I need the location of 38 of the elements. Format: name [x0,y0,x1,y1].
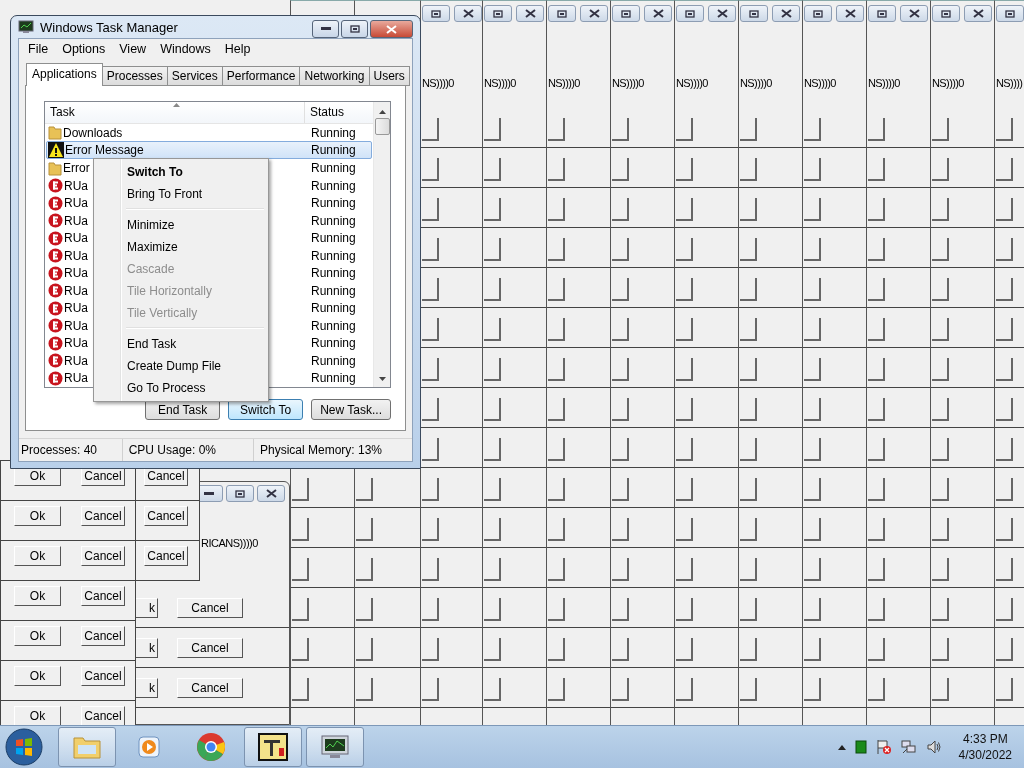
task-name: RUa [64,353,88,368]
status-text: CPU Usage: 0% [126,439,254,461]
task-name: RUa [64,301,88,316]
task-name: RUa [64,318,88,333]
task-name: Error Message [65,143,144,158]
task-status: Running [310,371,357,386]
status-text: Processes: 40 [19,439,123,461]
task-name: Error [63,161,90,176]
task-status: Running [310,301,357,316]
task-name: RUa [64,248,88,263]
task-status: Running [310,353,357,368]
clock-time: 4:33 PM [962,731,1008,747]
clock-date: 4/30/2022 [958,747,1012,763]
task-name: RUa [64,266,88,281]
task-status: Running [310,336,357,351]
task-name: RUa [64,213,88,228]
task-name: Downloads [63,125,123,140]
status-text: Physical Memory: 13% [259,442,384,459]
task-status: Running [310,266,357,281]
task-status: Running [310,196,357,211]
window-title: Windows Task Manager [40,19,179,35]
task-status: Running [310,283,357,298]
message-text: NS)))) [995,76,1024,89]
task-status: Running [310,213,357,228]
task-name: RUa [64,196,88,211]
task-status: Running [310,318,357,333]
task-status: Running [310,143,357,158]
task-status: Running [310,248,357,263]
task-name: RUa [64,178,88,193]
task-name: RUa [64,336,88,351]
task-name: RUa [64,283,88,298]
task-status: Running [310,178,357,193]
task-name: RUa [64,371,88,386]
task-status: Running [310,125,357,140]
task-status: Running [310,231,357,246]
task-status: Running [310,161,357,176]
task-name: RUa [64,231,88,246]
message-text: RICANS))))0 [201,537,259,549]
